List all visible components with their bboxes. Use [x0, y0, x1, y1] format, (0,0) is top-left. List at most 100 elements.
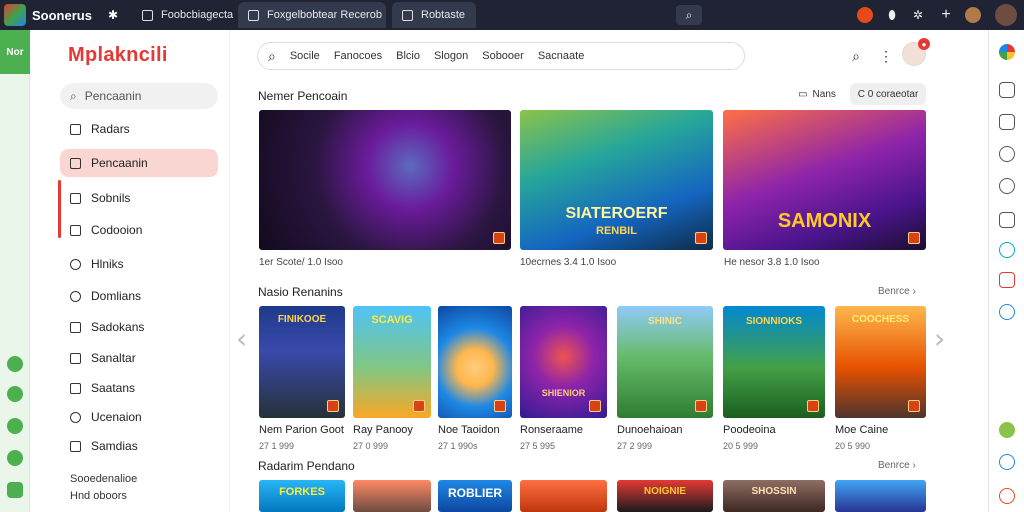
game-tile-6-art[interactable]: SIONNIOKS [723, 306, 825, 418]
random-tile-6-art[interactable]: SHOSSIN [723, 480, 825, 512]
notification-badge-icon: ● [918, 38, 930, 50]
sidebar-item-3[interactable]: Sobnils [60, 184, 218, 212]
game-tile-1-art[interactable]: FINIKOOE [259, 306, 345, 418]
rail-status-icon[interactable] [7, 356, 23, 372]
random-tile-5-art[interactable]: NOIGNIE [617, 480, 713, 512]
carousel-next-icon[interactable]: › [934, 322, 945, 355]
shield-icon[interactable]: ⬮ [884, 5, 900, 25]
sidebar-search[interactable]: ⌕ Pencaanin [60, 83, 218, 109]
rail-chat-icon[interactable] [7, 418, 23, 434]
top-search-bar[interactable]: ⌕ Socile Fanocoes Blcio Slogon Sobooer S… [257, 42, 745, 70]
game-tile-3-name[interactable]: Noe Taoidon [438, 424, 500, 436]
extension-orange-icon[interactable] [999, 488, 1015, 504]
search-term[interactable]: Blcio [396, 50, 420, 62]
panel-icon[interactable] [999, 82, 1015, 98]
chat-icon[interactable] [999, 146, 1015, 162]
featured-card-2-art[interactable]: SIATEROERF RENBIL [520, 110, 713, 250]
sidebar-item-label: Radars [91, 122, 130, 136]
random-section-more[interactable]: Benrce › [878, 460, 916, 471]
tile-art-title: ROBLIER [448, 486, 502, 500]
sort-chip[interactable]: C 0 coraeotar [850, 83, 926, 105]
sidebar-item-1[interactable]: Radars [60, 115, 218, 143]
refresh-icon[interactable] [999, 242, 1015, 258]
chevron-right-icon: › [912, 286, 916, 297]
settings-icon[interactable]: ✲ [910, 5, 926, 25]
sidebar-item-7[interactable]: Sadokans [60, 313, 218, 341]
extension-icon[interactable] [856, 5, 874, 25]
browser-tab-bar: Soonerus ✱ Foobcbiagecta Foxgelbobtear R… [0, 0, 1024, 30]
more-menu-icon[interactable]: ⋮ [874, 44, 898, 68]
tile-art-title: COOCHESS [851, 314, 910, 325]
right-rail [988, 30, 1024, 512]
account-avatar[interactable] [994, 4, 1018, 26]
game-tile-4-name[interactable]: Ronseraame [520, 424, 583, 436]
rail-label[interactable]: Nor [0, 30, 30, 74]
tab-1[interactable]: Foobcbiagecta [132, 2, 233, 28]
game-tile-5-name[interactable]: Dunoehaioan [617, 424, 682, 436]
search-icon: ⌕ [268, 47, 276, 64]
game-tile-6-name[interactable]: Poodeoina [723, 424, 776, 436]
tile-art-title: SHOSSIN [751, 486, 797, 497]
game-tile-7-meta: 20 5 990 [835, 441, 871, 451]
extension-green-icon[interactable] [999, 422, 1015, 438]
cart-icon [70, 382, 81, 394]
news-chip-label: Nans [812, 88, 836, 100]
search-term[interactable]: Fanocoes [334, 50, 382, 62]
sidebar-item-2[interactable]: Pencaanin [60, 149, 218, 177]
random-tile-3-art[interactable]: ROBLIER [438, 480, 512, 512]
brand-logo[interactable]: Mplakncili [68, 44, 168, 67]
featured-card-3-art[interactable]: SAMONIX [723, 110, 926, 250]
tab-3[interactable]: Robtaste [392, 2, 476, 28]
new-tab-icon[interactable]: + [938, 5, 954, 25]
sidebar-item-4[interactable]: Codooion [60, 216, 218, 244]
game-tile-1-name[interactable]: Nem Parion Goot [259, 424, 344, 436]
news-chip[interactable]: ▭ Nans [792, 83, 842, 105]
tab-2[interactable]: Foxgelbobtear Recerob [238, 2, 386, 28]
new-section-more[interactable]: Benrce › [878, 286, 916, 297]
gear-icon[interactable] [999, 178, 1015, 194]
game-tile-3-art[interactable] [438, 306, 512, 418]
game-tile-2-name[interactable]: Ray Panooy [353, 424, 413, 436]
mail-icon[interactable] [999, 272, 1015, 288]
random-tile-7-art[interactable] [835, 480, 926, 512]
rail-mail-icon[interactable] [7, 386, 23, 402]
game-tile-4-art[interactable]: SHIENIOR [520, 306, 607, 418]
sidebar-footer-line[interactable]: Hnd oboors [70, 490, 127, 502]
search-term[interactable]: Sobooer [482, 50, 524, 62]
pin-icon[interactable]: ✱ [108, 8, 126, 22]
random-tile-2-art[interactable] [353, 480, 431, 512]
featured-card-2-meta: 10ecrnes 3.4 1.0 Isoo [520, 257, 617, 268]
search-term[interactable]: Slogon [434, 50, 468, 62]
sidebar-item-label: Domlians [91, 289, 142, 303]
sidebar-item-11[interactable]: Samdias [60, 432, 218, 460]
tag-icon [70, 224, 81, 236]
sidebar-item-6[interactable]: Domlians [60, 282, 218, 310]
game-tile-7-art[interactable]: COOCHESS [835, 306, 926, 418]
carousel-prev-icon[interactable]: ‹ [236, 322, 247, 355]
game-tile-7-name[interactable]: Moe Caine [835, 424, 888, 436]
browser-logo-icon[interactable] [999, 44, 1015, 60]
game-tile-1-meta: 27 1 999 [259, 441, 295, 451]
random-tile-4-art[interactable] [520, 480, 607, 512]
home-icon[interactable] [999, 114, 1015, 130]
search-icon[interactable]: ⌕ [676, 5, 702, 25]
calendar-icon[interactable] [999, 212, 1015, 228]
game-tile-2-art[interactable]: SCAVIG [353, 306, 431, 418]
search-term[interactable]: Socile [290, 50, 320, 62]
info-icon[interactable] [999, 304, 1015, 320]
sidebar-item-10[interactable]: Ucenaion [60, 403, 218, 431]
rail-time-icon[interactable] [7, 450, 23, 466]
game-tile-5-art[interactable]: SHINIC [617, 306, 713, 418]
sidebar-item-8[interactable]: Sanaltar [60, 344, 218, 372]
search-term[interactable]: Sacnaate [538, 50, 584, 62]
extension-blue-icon[interactable] [999, 454, 1015, 470]
doc-icon [70, 192, 81, 204]
search-button[interactable]: ⌕ [844, 44, 868, 68]
sidebar-footer-line[interactable]: Sooedenalioe [70, 473, 137, 485]
random-tile-1-art[interactable]: FORKES [259, 480, 345, 512]
sidebar-item-5[interactable]: Hlniks [60, 250, 218, 278]
featured-card-1-art[interactable] [259, 110, 511, 250]
rail-user-icon[interactable] [7, 482, 23, 498]
profile-icon[interactable] [964, 5, 982, 25]
sidebar-item-9[interactable]: Saatans [60, 374, 218, 402]
